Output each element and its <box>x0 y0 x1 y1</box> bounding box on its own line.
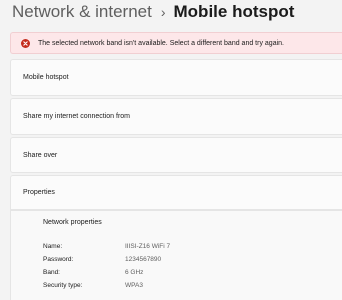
error-circle-icon <box>21 38 30 48</box>
property-label: Security type: <box>43 282 83 289</box>
property-label: Password: <box>43 256 74 263</box>
property-label: Name: <box>43 243 63 250</box>
properties-label: Properties <box>23 189 55 196</box>
breadcrumb: Network & internet › Mobile hotspot <box>12 0 294 24</box>
mobile-hotspot-setting[interactable]: Mobile hotspot <box>10 59 342 96</box>
property-value: IIISI-Z16 WiFi 7 <box>125 243 171 250</box>
properties-section-header[interactable]: Properties <box>10 175 342 210</box>
property-value: 1234567890 <box>125 256 162 263</box>
property-value: 6 GHz <box>125 269 144 276</box>
breadcrumb-parent-link[interactable]: Network & internet <box>12 2 152 22</box>
share-over-setting[interactable]: Share over <box>10 137 342 173</box>
breadcrumb-separator: › <box>160 4 166 20</box>
page-title: Mobile hotspot <box>173 2 295 21</box>
network-properties-heading: Network properties <box>43 219 102 226</box>
property-value: WPA3 <box>125 282 143 289</box>
share-over-label: Share over <box>23 151 58 159</box>
property-label: Band: <box>43 269 60 276</box>
error-infobar: The selected network band isn't availabl… <box>10 32 342 54</box>
share-connection-from-setting[interactable]: Share my internet connection from <box>10 98 342 135</box>
share-connection-from-label: Share my internet connection from <box>23 113 130 120</box>
error-message: The selected network band isn't availabl… <box>38 39 284 47</box>
mobile-hotspot-label: Mobile hotspot <box>23 74 69 81</box>
network-properties-panel: Network properties Name: IIISI-Z16 WiFi … <box>10 210 342 300</box>
